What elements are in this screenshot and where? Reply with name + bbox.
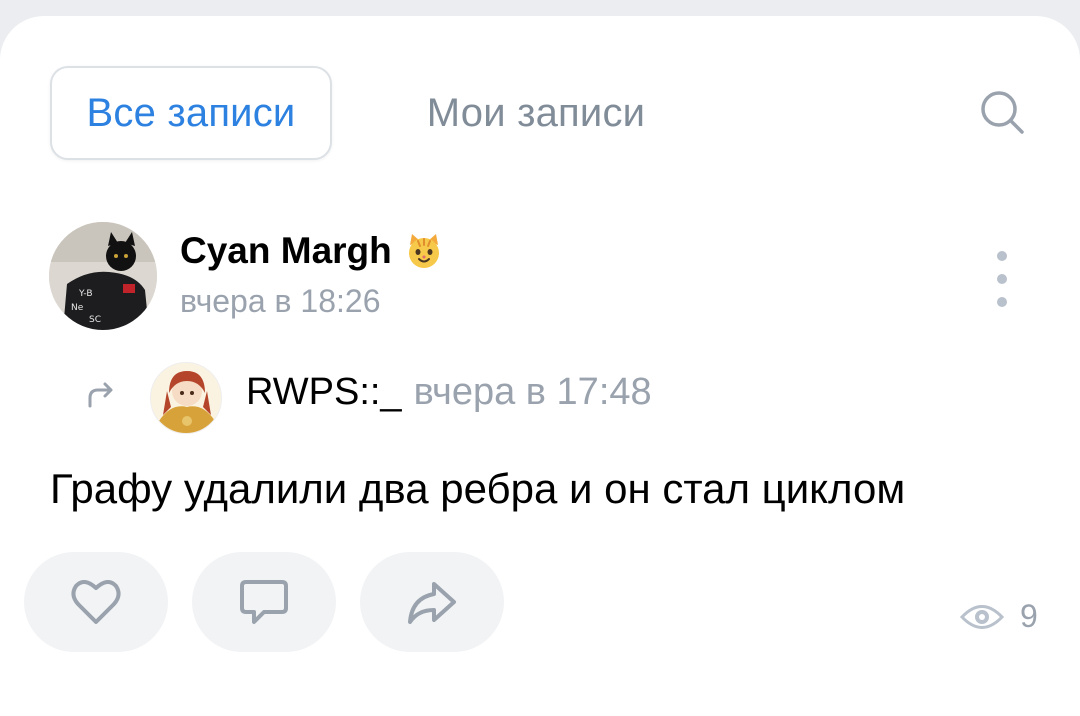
- search-icon: [981, 91, 1024, 134]
- author-avatar[interactable]: Y-B Ne SC: [49, 222, 157, 330]
- repost-author-avatar[interactable]: [150, 362, 222, 434]
- repost-meta: RWPS::_ вчера в 17:48: [246, 371, 652, 414]
- post-timestamp[interactable]: вчера в 18:26: [180, 283, 380, 320]
- share-icon: [408, 582, 456, 624]
- tab-all-posts[interactable]: Все записи: [50, 66, 332, 160]
- views-counter: 9: [960, 598, 1038, 635]
- repost-avatar-image: [151, 363, 221, 433]
- comment-icon: [240, 580, 288, 624]
- repost-timestamp[interactable]: вчера в 17:48: [414, 371, 652, 414]
- repost-author-name[interactable]: RWPS::_: [246, 371, 402, 414]
- author-name-row[interactable]: Cyan Margh: [180, 230, 444, 272]
- author-avatar-image: Y-B Ne SC: [49, 222, 157, 330]
- svg-text:SC: SC: [89, 315, 101, 325]
- search-button[interactable]: [976, 86, 1030, 140]
- feed-card: Все записи Мои записи Y-B Ne SC Cyan Mar…: [0, 16, 1080, 716]
- views-eye-icon: [960, 604, 1004, 629]
- like-button[interactable]: [24, 552, 168, 652]
- share-button[interactable]: [360, 552, 504, 652]
- like-heart-icon: [71, 580, 121, 624]
- more-vertical-icon: [997, 251, 1007, 307]
- more-options-button[interactable]: [985, 244, 1019, 314]
- tab-my-posts[interactable]: Мои записи: [386, 66, 686, 160]
- svg-text:Ne: Ne: [71, 303, 84, 313]
- repost-arrow-icon: [88, 382, 113, 408]
- cat-face-emoji-icon: [408, 234, 439, 268]
- feed-tabs: Все записи Мои записи: [50, 66, 1040, 160]
- svg-text:Y-B: Y-B: [78, 289, 93, 299]
- comment-button[interactable]: [192, 552, 336, 652]
- post-text: Графу удалили два ребра и он стал циклом: [50, 465, 906, 512]
- author-name[interactable]: Cyan Margh: [180, 230, 392, 272]
- views-count: 9: [1020, 598, 1038, 634]
